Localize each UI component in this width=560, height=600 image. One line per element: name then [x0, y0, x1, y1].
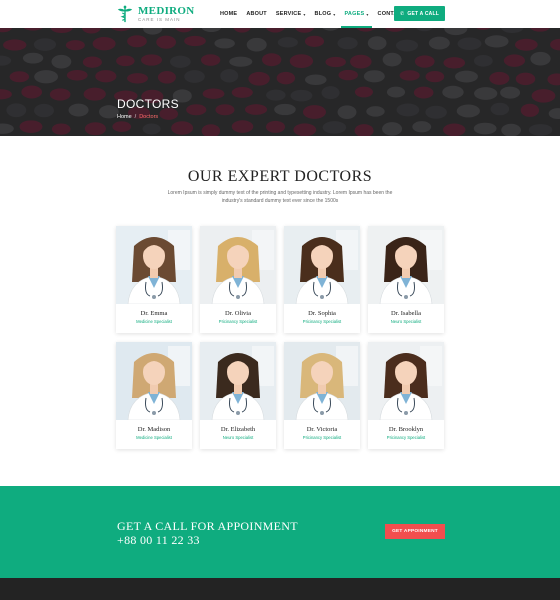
doctor-specialty: Pricinancy Specialist [302, 435, 342, 440]
doctor-name[interactable]: Dr. Victoria [284, 426, 360, 433]
doctor-card[interactable]: Dr. Victoria Pricinancy Specialist [284, 342, 360, 449]
nav-item-home[interactable]: HOME [220, 0, 237, 28]
nav-item-pages[interactable]: PAGES ▾ [341, 0, 372, 28]
nav-item-label: ABOUT [246, 11, 267, 17]
doctor-specialty: Neuro Specialist [222, 435, 254, 440]
get-a-call-label: GET A CALL [407, 10, 440, 17]
doctor-specialty: Pricinancy Specialist [386, 435, 426, 440]
hero-background-image [0, 28, 560, 136]
cta-phone: +88 00 11 22 33 [117, 533, 200, 547]
doctor-photo [200, 342, 276, 420]
doctor-card[interactable]: Dr. Olivia Pricinancy Specialist [200, 226, 276, 333]
get-a-call-button[interactable]: ✆ GET A CALL [394, 6, 445, 21]
section-description: Lorem Ipsum is simply dummy text of the … [167, 190, 393, 204]
doctor-photo [116, 342, 192, 420]
section-title: OUR EXPERT DOCTORS [187, 168, 373, 185]
doctor-name[interactable]: Dr. Isabella [368, 310, 444, 317]
nav-item-label: HOME [220, 11, 238, 17]
site-header: MEDIRON CARE IS MAIN HOME ABOUT SERVICE ▾ BL… [0, 0, 560, 28]
doctor-photo [200, 226, 276, 304]
nav-item-label: PAGES [344, 11, 365, 17]
doctor-photo [116, 226, 192, 304]
chevron-down-icon: ▾ [366, 11, 369, 17]
breadcrumb-separator: / [134, 114, 137, 120]
doctor-name[interactable]: Dr. Sophia [284, 310, 360, 317]
nav-item-label: BLOG [314, 11, 332, 17]
chevron-down-icon: ▾ [333, 11, 336, 17]
doctor-specialty: Pricinancy Specialist [302, 319, 342, 324]
doctor-name[interactable]: Dr. Brooklyn [368, 426, 444, 433]
doctor-card[interactable]: Dr. Madison Medicine Specialist [116, 342, 192, 449]
doctor-photo [284, 226, 360, 304]
doctor-card[interactable]: Dr. Emma Medicine Specialist [116, 226, 192, 333]
nav-item-about[interactable]: ABOUT [246, 0, 267, 28]
doctor-name[interactable]: Dr. Madison [116, 426, 192, 433]
doctor-name[interactable]: Dr. Emma [116, 310, 192, 317]
doctor-name[interactable]: Dr. Olivia [200, 310, 276, 317]
footer [0, 578, 560, 600]
doctor-card[interactable]: Dr. Brooklyn Pricinancy Specialist [368, 342, 444, 449]
doctor-specialty: Medicine Specialist [136, 319, 172, 324]
page-title: DOCTORS [117, 97, 179, 111]
doctor-specialty: Medicine Specialist [136, 435, 172, 440]
breadcrumb-current: Doctors [139, 114, 159, 120]
breadcrumb: Home / Doctors [117, 114, 158, 120]
nav-item-label: SERVICE [275, 11, 302, 17]
doctor-specialty: Pricinancy Specialist [218, 319, 258, 324]
logo-tagline: CARE IS MAIN [138, 16, 181, 22]
doctor-card[interactable]: Dr. Isabella Neuro Specialist [368, 226, 444, 333]
appointment-banner: GET A CALL FOR APPOINMENT +88 00 11 22 3… [0, 486, 560, 578]
nav-item-blog[interactable]: BLOG ▾ [315, 0, 336, 28]
breadcrumb-home[interactable]: Home [117, 114, 132, 120]
doctor-card[interactable]: Dr. Sophia Pricinancy Specialist [284, 226, 360, 333]
nav-item-service[interactable]: SERVICE ▾ [276, 0, 306, 28]
doctor-photo [284, 342, 360, 420]
doctor-photo [368, 342, 444, 420]
doctor-photo [368, 226, 444, 304]
main-nav: HOME ABOUT SERVICE ▾ BLOG ▾ PAGES ▾ CONTACT [220, 0, 414, 28]
cta-title: GET A CALL FOR APPOINMENT [117, 519, 298, 533]
doctor-name[interactable]: Dr. Elizabeth [200, 426, 276, 433]
get-appointment-button[interactable]: GET APPOINMENT [385, 524, 445, 539]
chevron-down-icon: ▾ [303, 11, 306, 17]
doctor-card[interactable]: Dr. Elizabeth Neuro Specialist [200, 342, 276, 449]
phone-icon: ✆ [399, 10, 405, 17]
page-hero: DOCTORS Home / Doctors [0, 28, 560, 136]
doctor-specialty: Neuro Specialist [390, 319, 422, 324]
logo-name: MEDIRON [138, 4, 195, 17]
caduceus-icon [117, 5, 133, 23]
logo[interactable]: MEDIRON CARE IS MAIN [116, 4, 195, 24]
